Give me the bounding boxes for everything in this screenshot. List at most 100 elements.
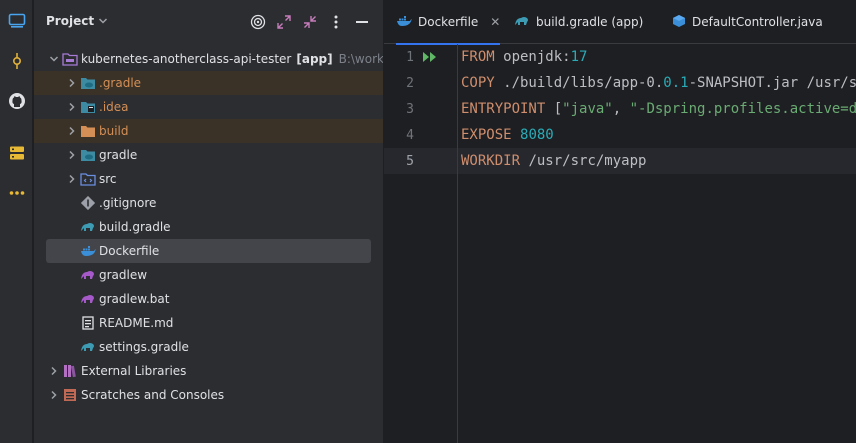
libraries-icon bbox=[62, 363, 78, 379]
tree-item-src[interactable]: src bbox=[34, 167, 383, 191]
code-token: FROM bbox=[461, 49, 495, 65]
chevron-right-icon[interactable] bbox=[46, 387, 62, 403]
editor-gutter: 1 2 3 4 5 bbox=[384, 44, 458, 443]
tree-item-label: External Libraries bbox=[81, 364, 187, 378]
root-module: [app] bbox=[296, 52, 333, 66]
select-opened-file-icon[interactable] bbox=[248, 12, 268, 32]
tree-item-gradle[interactable]: gradle bbox=[34, 143, 383, 167]
options-menu-icon[interactable] bbox=[326, 12, 346, 32]
code-token: "java" bbox=[562, 101, 613, 117]
gutter-line: 2 bbox=[384, 70, 457, 96]
java-class-icon bbox=[672, 14, 686, 31]
folder-source-icon bbox=[80, 171, 96, 187]
root-path: B:\workspace bbox=[338, 52, 383, 66]
tree-item-readme[interactable]: README.md bbox=[34, 311, 383, 335]
code-line[interactable]: WORKDIR /usr/src/myapp bbox=[458, 148, 856, 174]
project-panel: Project kubernetes-anotherclass-api-test… bbox=[34, 0, 383, 443]
chevron-right-icon[interactable] bbox=[46, 363, 62, 379]
docker-icon bbox=[80, 243, 96, 259]
close-icon[interactable]: ✕ bbox=[490, 15, 500, 29]
tree-item-build[interactable]: build bbox=[34, 119, 383, 143]
tree-item-gradle-cache[interactable]: .gradle bbox=[34, 71, 383, 95]
tree-item-dockerfile[interactable]: Dockerfile bbox=[46, 239, 371, 263]
code-line-text: EXPOSE 8080 bbox=[458, 127, 554, 143]
tree-item-build-gradle[interactable]: build.gradle bbox=[34, 215, 383, 239]
code-token: COPY bbox=[461, 75, 495, 91]
line-number: 4 bbox=[406, 127, 414, 143]
tree-item-external-libraries[interactable]: External Libraries bbox=[34, 359, 383, 383]
chevron-down-icon bbox=[99, 18, 108, 24]
chevron-right-icon[interactable] bbox=[64, 123, 80, 139]
project-panel-header: Project bbox=[34, 0, 383, 44]
gradle-file-icon bbox=[80, 339, 96, 355]
project-tool-icon[interactable] bbox=[0, 6, 33, 36]
code-area[interactable]: FROM openjdk:17 COPY ./build/libs/app-0.0… bbox=[458, 44, 856, 443]
tree-item-label: .idea bbox=[99, 100, 129, 114]
code-line-text: WORKDIR /usr/src/myapp bbox=[458, 153, 646, 169]
tree-item-scratches[interactable]: Scratches and Consoles bbox=[34, 383, 383, 407]
run-icon[interactable] bbox=[422, 51, 438, 66]
code-line[interactable]: ENTRYPOINT ["java", "-Dspring.profiles.a… bbox=[458, 96, 856, 122]
chevron-right-icon[interactable] bbox=[64, 171, 80, 187]
code-line[interactable]: FROM openjdk:17 bbox=[458, 44, 856, 70]
folder-gradle-icon bbox=[80, 75, 96, 91]
tree-item-gradlew-bat[interactable]: gradlew.bat bbox=[34, 287, 383, 311]
project-view-selector[interactable]: Project bbox=[46, 14, 108, 28]
root-name: kubernetes-anotherclass-api-tester bbox=[81, 52, 292, 66]
code-token: 8080 bbox=[520, 127, 554, 143]
line-number: 5 bbox=[406, 153, 414, 169]
tree-root-row[interactable]: kubernetes-anotherclass-api-tester [app]… bbox=[34, 47, 383, 71]
code-token: WORKDIR bbox=[461, 153, 521, 169]
hide-panel-icon[interactable] bbox=[352, 12, 372, 32]
tab-dockerfile[interactable]: Dockerfile ✕ bbox=[396, 0, 500, 45]
line-number: 1 bbox=[406, 49, 414, 65]
project-tree: kubernetes-anotherclass-api-tester [app]… bbox=[34, 47, 383, 407]
editor-tabs: Dockerfile ✕ build.gradle (app) DefaultC… bbox=[384, 0, 856, 45]
gutter-line: 1 bbox=[384, 44, 457, 70]
folder-excluded-icon bbox=[80, 123, 96, 139]
tree-item-gitignore[interactable]: .gitignore bbox=[34, 191, 383, 215]
tree-item-settings-gradle[interactable]: settings.gradle bbox=[34, 335, 383, 359]
code-line[interactable]: COPY ./build/libs/app-0.0.1-SNAPSHOT.jar… bbox=[458, 70, 856, 96]
module-folder-icon bbox=[62, 51, 78, 67]
services-tool-icon[interactable] bbox=[0, 138, 33, 168]
code-line-text: FROM openjdk:17 bbox=[458, 49, 587, 65]
chevron-right-icon[interactable] bbox=[64, 147, 80, 163]
tab-default-controller[interactable]: DefaultController.java bbox=[672, 0, 823, 44]
chevron-right-icon[interactable] bbox=[64, 75, 80, 91]
code-token: ./build/libs/app-0. bbox=[494, 75, 664, 91]
code-token: 0.1 bbox=[663, 75, 689, 91]
github-icon[interactable] bbox=[0, 86, 33, 116]
tree-item-gradlew[interactable]: gradlew bbox=[34, 263, 383, 287]
gradle-file-icon bbox=[514, 15, 530, 30]
tab-label: Dockerfile bbox=[418, 15, 479, 29]
tree-item-idea[interactable]: .idea bbox=[34, 95, 383, 119]
project-panel-title: Project bbox=[46, 14, 95, 28]
editor-area: Dockerfile ✕ build.gradle (app) DefaultC… bbox=[384, 0, 856, 443]
commit-tool-icon[interactable] bbox=[0, 46, 33, 76]
code-token: [ bbox=[545, 101, 563, 117]
chevron-right-icon[interactable] bbox=[64, 99, 80, 115]
code-token: , bbox=[612, 101, 630, 117]
tree-item-label: Dockerfile bbox=[99, 244, 160, 258]
tree-item-label: README.md bbox=[99, 316, 174, 330]
tree-item-label: Scratches and Consoles bbox=[81, 388, 225, 402]
tool-window-strip bbox=[0, 0, 33, 443]
chevron-down-icon[interactable] bbox=[46, 51, 62, 67]
code-token: EXPOSE bbox=[461, 127, 512, 143]
code-token: ENTRYPOINT bbox=[461, 101, 546, 117]
folder-idea-icon bbox=[80, 99, 96, 115]
tree-item-label: gradlew bbox=[99, 268, 148, 282]
expand-all-icon[interactable] bbox=[274, 12, 294, 32]
code-token: 17 bbox=[570, 49, 588, 65]
more-tools-icon[interactable] bbox=[0, 178, 33, 208]
tab-build-gradle[interactable]: build.gradle (app) bbox=[514, 0, 643, 44]
tree-item-label: build.gradle bbox=[99, 220, 171, 234]
gitignore-icon bbox=[80, 195, 96, 211]
code-token: /usr/src/myapp bbox=[520, 153, 647, 169]
code-line-text: ENTRYPOINT ["java", "-Dspring.profiles.a… bbox=[458, 101, 856, 117]
code-line[interactable]: EXPOSE 8080 bbox=[458, 122, 856, 148]
code-token: "-Dspring.profiles.active=dev" bbox=[629, 101, 856, 117]
collapse-all-icon[interactable] bbox=[300, 12, 320, 32]
